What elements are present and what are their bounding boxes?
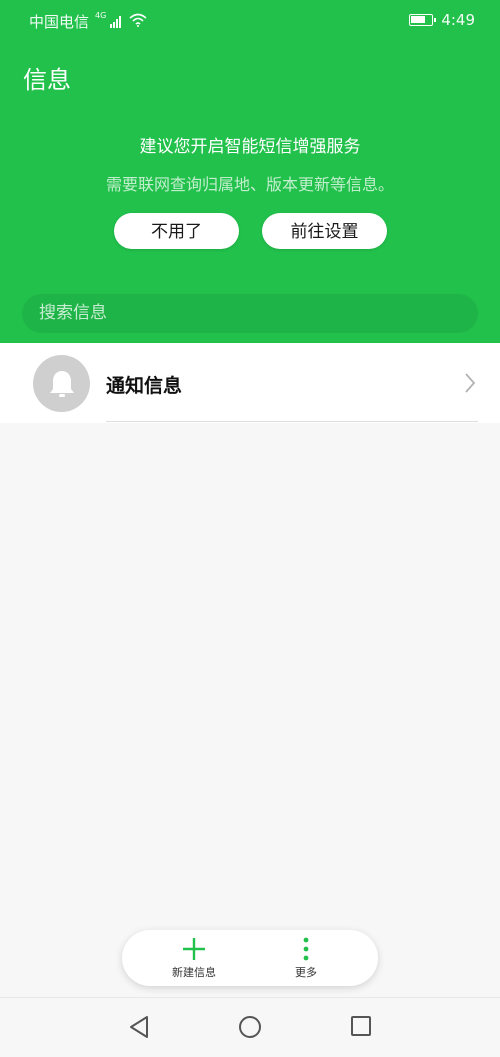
row-divider — [106, 421, 478, 422]
more-vertical-icon — [303, 937, 309, 960]
clock: 4:49 — [441, 11, 475, 29]
bell-icon — [50, 371, 74, 397]
status-right: 4:49 — [409, 11, 475, 29]
list-item[interactable]: 通知信息 — [0, 343, 500, 423]
avatar — [33, 355, 90, 412]
chevron-right-icon — [464, 372, 476, 398]
wifi-icon — [129, 13, 147, 31]
page-title: 信息 — [23, 66, 71, 94]
promo-subtitle: 需要联网查询归属地、版本更新等信息。 — [105, 175, 394, 194]
new-message-button[interactable]: 新建信息 — [149, 935, 239, 983]
plus-icon — [183, 937, 205, 960]
more-label: 更多 — [295, 966, 317, 979]
network-type-badge: 4G — [95, 11, 107, 20]
status-bar: 中国电信 4G 4:49 — [0, 0, 500, 42]
battery-level — [411, 16, 426, 23]
new-message-label: 新建信息 — [172, 966, 216, 979]
conversation-title: 通知信息 — [106, 375, 183, 397]
carrier-name: 中国电信 — [29, 13, 90, 31]
search-input[interactable]: 搜索信息 — [22, 294, 478, 333]
back-icon[interactable] — [128, 1015, 150, 1043]
battery-icon — [409, 14, 437, 26]
bottom-action-bar: 新建信息 更多 — [122, 930, 378, 986]
decline-button[interactable]: 不用了 — [114, 213, 239, 249]
go-to-settings-button[interactable]: 前往设置 — [262, 213, 387, 249]
status-left: 中国电信 4G — [29, 11, 147, 32]
system-nav-bar — [0, 997, 500, 1057]
home-icon[interactable] — [238, 1015, 262, 1043]
signal-icon — [110, 15, 122, 28]
promo-title: 建议您开启智能短信增强服务 — [139, 137, 361, 157]
recent-apps-icon[interactable] — [350, 1015, 372, 1041]
more-button[interactable]: 更多 — [261, 935, 351, 983]
